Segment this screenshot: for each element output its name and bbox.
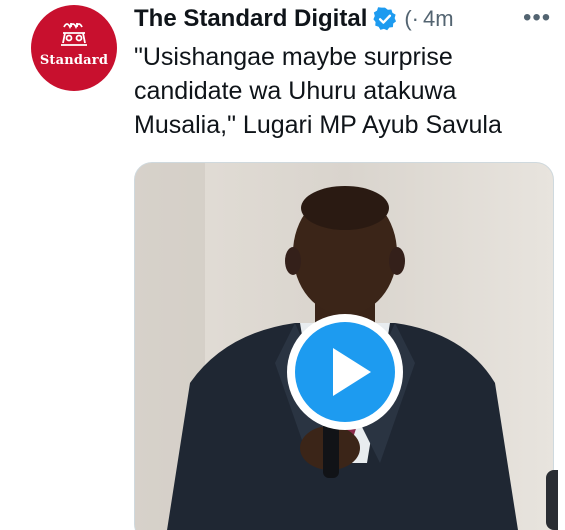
- avatar[interactable]: Standard: [31, 5, 117, 91]
- standard-logo-icon: [61, 23, 87, 46]
- video-thumbnail[interactable]: [134, 162, 554, 530]
- verified-badge-icon: [372, 6, 398, 32]
- more-options-icon[interactable]: •••: [523, 4, 551, 32]
- tweet-text: "Usishangae maybe surprise candidate wa …: [134, 43, 502, 139]
- author-name[interactable]: The Standard Digital: [134, 5, 367, 33]
- tweet-card[interactable]: Standard The Standard Digital (· 4m ••• …: [0, 0, 565, 530]
- tweet-timestamp[interactable]: 4m: [423, 6, 454, 32]
- tweet-header: The Standard Digital (· 4m: [134, 2, 454, 36]
- play-icon: [287, 314, 403, 430]
- author-handle[interactable]: (·: [404, 6, 419, 32]
- side-element: [546, 470, 558, 530]
- play-button[interactable]: [285, 312, 405, 432]
- avatar-label: Standard: [39, 53, 109, 68]
